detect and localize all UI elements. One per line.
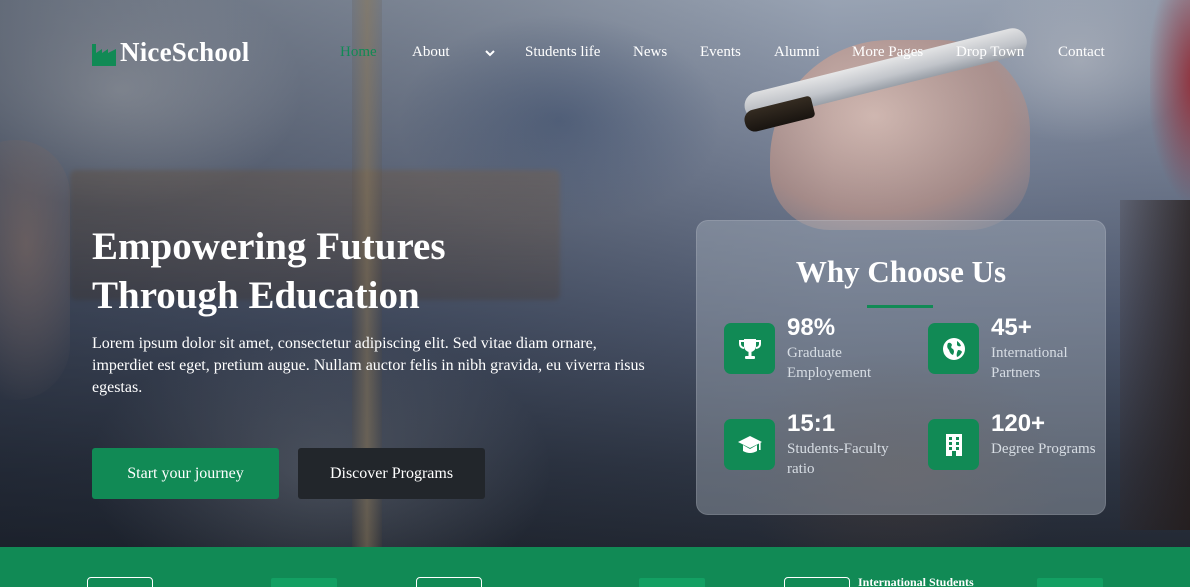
why-choose-us-title: Why Choose Us <box>795 254 1007 289</box>
stat-value: 15:1 <box>787 410 836 437</box>
title-underline <box>867 305 933 308</box>
stat-graduate-employment: 98% Graduate Employement <box>724 315 914 393</box>
stat-international-partners: 45+ International Partners <box>928 315 1118 393</box>
nav-news[interactable]: News <box>633 44 667 61</box>
why-choose-us-card: Why Choose Us 98% Graduate Employement 4… <box>696 220 1106 515</box>
discover-programs-button[interactable]: Discover Programs <box>298 448 485 499</box>
hero-title-line-1: Empowering Futures <box>92 225 446 268</box>
site-logo[interactable]: NiceSchool <box>92 37 250 68</box>
band-icon-block <box>639 578 705 587</box>
stat-icon-box <box>724 323 775 374</box>
trophy-icon <box>738 338 761 359</box>
stats-band: International Students <box>0 547 1190 587</box>
stat-label: Degree Programs <box>991 441 1096 457</box>
hero-title: Empowering Futures Through Education <box>92 222 652 320</box>
factory-icon <box>92 43 116 66</box>
stat-degree-programs: 120+ Degree Programs <box>928 411 1118 489</box>
hero-title-line-2: Through Education <box>92 274 420 317</box>
chevron-down-icon[interactable] <box>484 47 496 59</box>
stat-label: International Partners <box>991 345 1068 381</box>
stat-icon-box <box>928 419 979 470</box>
brand-name: NiceSchool <box>120 37 250 67</box>
nav-alumni[interactable]: Alumni <box>774 44 820 61</box>
nav-contact[interactable]: Contact <box>1058 44 1105 61</box>
band-outline-box <box>87 577 153 587</box>
band-label-international-students: International Students <box>858 575 974 587</box>
band-icon-block <box>1037 578 1103 587</box>
stat-icon-box <box>724 419 775 470</box>
graduation-cap-icon <box>737 435 762 453</box>
nav-home[interactable]: Home <box>340 44 377 61</box>
band-outline-box <box>784 577 850 587</box>
start-journey-button[interactable]: Start your journey <box>92 448 279 499</box>
band-icon-block <box>271 578 337 587</box>
building-icon <box>945 433 962 456</box>
nav-drop-town[interactable]: Drop Town <box>956 44 1024 61</box>
hero-description: Lorem ipsum dolor sit amet, consectetur … <box>92 335 645 396</box>
nav-events[interactable]: Events <box>700 44 741 61</box>
globe-icon <box>942 337 965 360</box>
stat-label: Graduate Employement <box>787 345 872 381</box>
band-outline-box <box>416 577 482 587</box>
nav-about[interactable]: About <box>412 44 450 61</box>
nav-students-life[interactable]: Students life <box>525 44 600 61</box>
stat-label: Students-Faculty ratio <box>787 441 889 477</box>
stat-value: 45+ <box>991 314 1032 341</box>
stat-students-faculty-ratio: 15:1 Students-Faculty ratio <box>724 411 914 489</box>
stat-icon-box <box>928 323 979 374</box>
stat-value: 120+ <box>991 410 1046 437</box>
nav-more-pages[interactable]: More Pages <box>852 44 923 61</box>
stat-value: 98% <box>787 314 836 341</box>
